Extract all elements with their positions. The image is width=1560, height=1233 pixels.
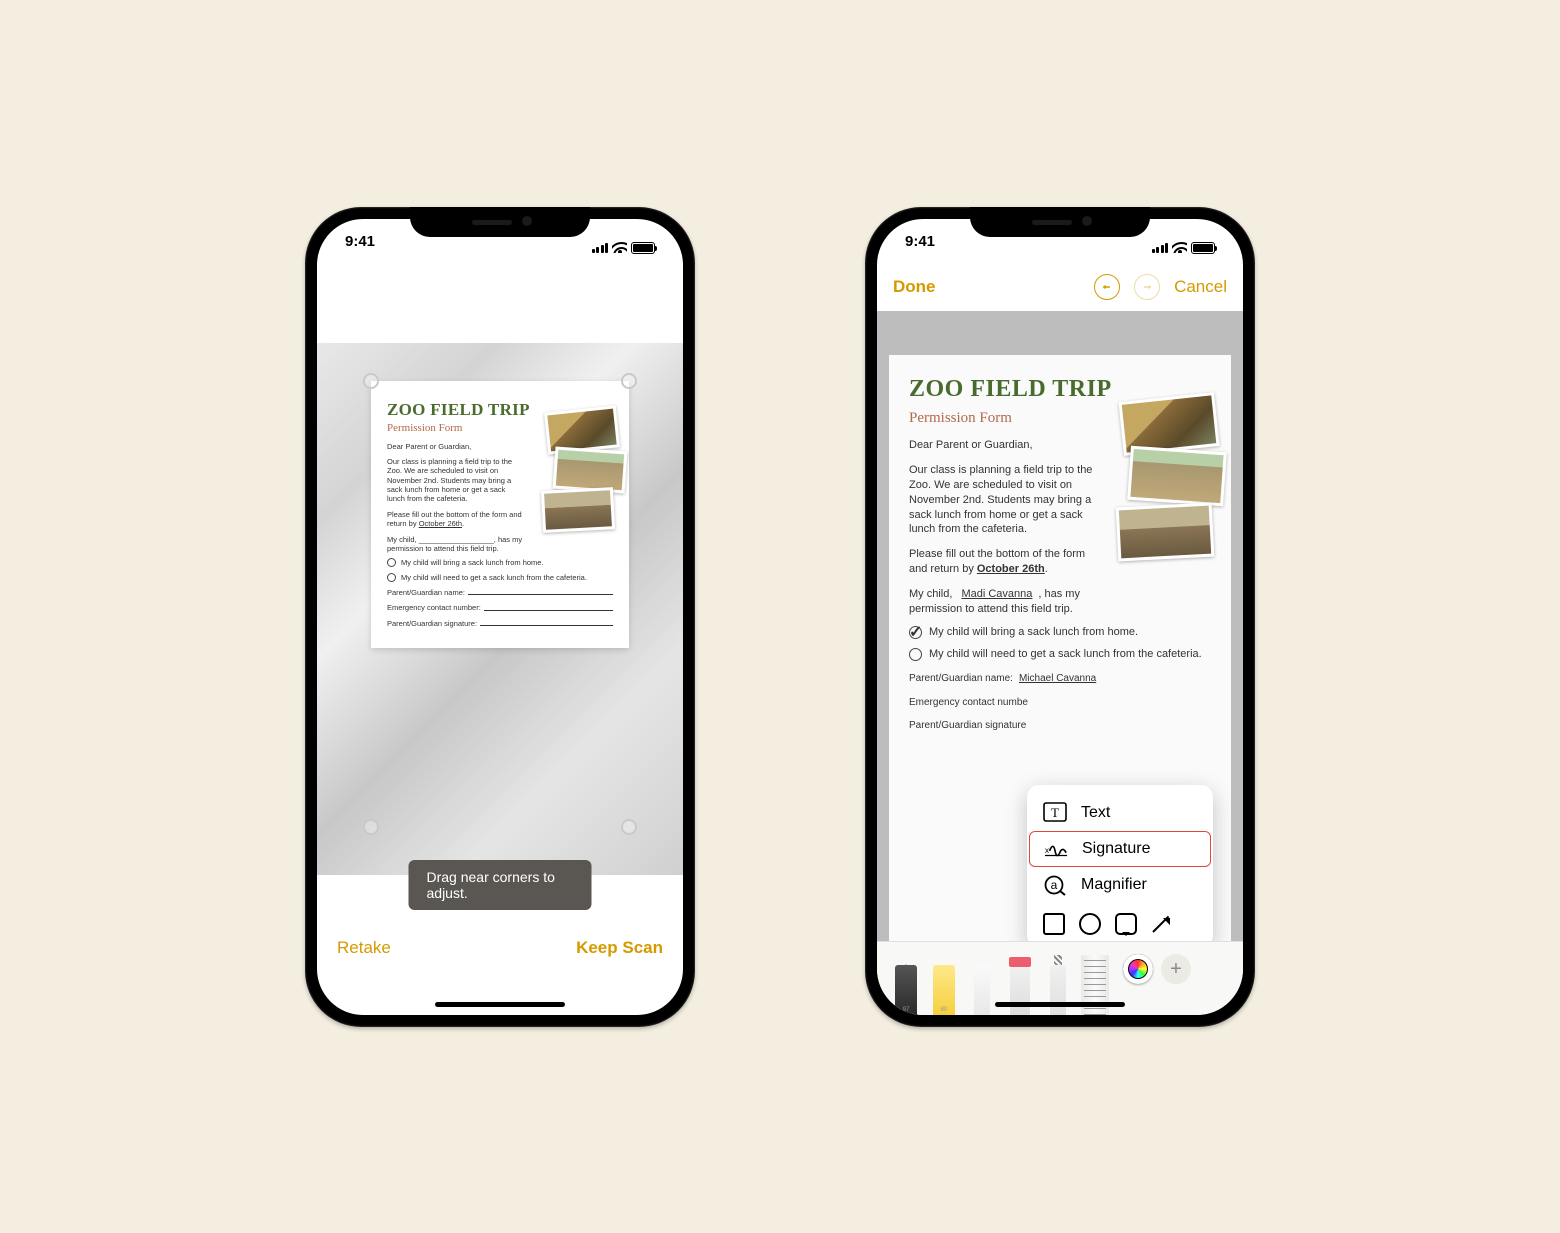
screen-markup: 9:41 Done Cancel ZOO FIELD TRIP	[877, 219, 1243, 1015]
crop-handle-tl[interactable]	[363, 373, 379, 389]
child-name-filled: Madi Cavanna	[955, 588, 1038, 600]
status-icons	[592, 233, 656, 263]
done-button[interactable]: Done	[893, 277, 936, 297]
photo-meerkats	[553, 446, 628, 493]
guardian-name-filled: Michael Cavanna	[1017, 672, 1098, 686]
add-button[interactable]: +	[1161, 954, 1191, 984]
svg-text:T: T	[1051, 805, 1059, 820]
popover-magnifier-label: Magnifier	[1081, 874, 1147, 896]
markup-canvas[interactable]: ZOO FIELD TRIP Permission Form Dear Pare…	[877, 311, 1243, 941]
tool-pencil[interactable]	[966, 951, 998, 1015]
crop-handle-br[interactable]	[621, 819, 637, 835]
doc-body2: Please fill out the bottom of the form a…	[909, 547, 1096, 577]
field-guardian-name: Parent/Guardian name:	[387, 588, 613, 597]
scan-bottom-bar: Retake Keep Scan	[317, 910, 683, 1015]
magnifier-icon: a	[1043, 874, 1067, 896]
shape-speech-bubble[interactable]	[1115, 913, 1137, 935]
field-emergency: Emergency contact numbe	[909, 696, 1211, 710]
field-emergency: Emergency contact number:	[387, 603, 613, 612]
pen-size-label: 97	[903, 1007, 910, 1013]
popover-magnifier[interactable]: a Magnifier	[1027, 867, 1213, 903]
checkmark-icon	[909, 626, 922, 639]
signature-icon: x	[1044, 838, 1068, 860]
scanned-document[interactable]: ZOO FIELD TRIP Permission Form Dear Pare…	[371, 381, 629, 649]
status-icons	[1152, 233, 1216, 263]
color-picker[interactable]	[1123, 954, 1153, 984]
popover-text-label: Text	[1081, 802, 1110, 824]
redo-button[interactable]	[1134, 274, 1160, 300]
shape-arrow[interactable]	[1151, 913, 1173, 935]
add-popover: T Text x Signature a Magnif	[1027, 785, 1213, 941]
signal-icon	[1152, 243, 1169, 253]
doc-body1: Our class is planning a field trip to th…	[387, 457, 523, 504]
status-time: 9:41	[905, 233, 935, 263]
hint-toast: Drag near corners to adjust.	[409, 860, 592, 910]
document-page[interactable]: ZOO FIELD TRIP Permission Form Dear Pare…	[889, 355, 1231, 941]
tool-pen[interactable]: 97	[890, 951, 922, 1015]
field-guardian-name: Parent/Guardian name:Michael Cavanna	[909, 672, 1211, 686]
crop-handle-bl[interactable]	[363, 819, 379, 835]
photo-elephant	[1116, 502, 1215, 561]
wifi-icon	[1172, 242, 1187, 253]
undo-button[interactable]	[1094, 274, 1120, 300]
cancel-button[interactable]: Cancel	[1174, 277, 1227, 297]
hl-size-label: 80	[941, 1007, 948, 1013]
notch	[970, 207, 1150, 237]
home-indicator[interactable]	[995, 1002, 1125, 1007]
doc-body2: Please fill out the bottom of the form a…	[387, 510, 523, 529]
doc-body1: Our class is planning a field trip to th…	[909, 463, 1096, 537]
phone-scan: 9:41 ZOO FIELD TRIP Permission Form Dear	[305, 207, 695, 1027]
scan-viewport: ZOO FIELD TRIP Permission Form Dear Pare…	[317, 263, 683, 875]
shape-circle[interactable]	[1079, 913, 1101, 935]
phone-markup: 9:41 Done Cancel ZOO FIELD TRIP	[865, 207, 1255, 1027]
home-indicator[interactable]	[435, 1002, 565, 1007]
option-sack-home: My child will bring a sack lunch from ho…	[909, 625, 1211, 640]
signal-icon	[592, 243, 609, 253]
battery-icon	[631, 242, 655, 254]
doc-greeting: Dear Parent or Guardian,	[909, 438, 1096, 453]
keep-scan-button[interactable]: Keep Scan	[576, 938, 663, 958]
popover-tail	[1169, 937, 1187, 941]
popover-shapes	[1027, 903, 1213, 937]
shape-rectangle[interactable]	[1043, 913, 1065, 935]
crop-handle-tr[interactable]	[621, 373, 637, 389]
popover-signature[interactable]: x Signature	[1029, 831, 1211, 867]
option-sack-cafeteria: My child will need to get a sack lunch f…	[909, 647, 1211, 662]
battery-icon	[1191, 242, 1215, 254]
photo-meerkats	[1127, 445, 1227, 506]
photo-elephant	[541, 487, 615, 533]
doc-child: My child, Madi Cavanna, has my permissio…	[909, 587, 1096, 617]
field-signature: Parent/Guardian signature	[909, 719, 1211, 733]
popover-text[interactable]: T Text	[1027, 795, 1213, 831]
svg-text:a: a	[1051, 878, 1058, 892]
retake-button[interactable]: Retake	[337, 938, 391, 958]
option-sack-cafeteria: My child will need to get a sack lunch f…	[387, 573, 613, 582]
tool-highlighter[interactable]: 80	[928, 951, 960, 1015]
wifi-icon	[612, 242, 627, 253]
field-signature: Parent/Guardian signature:	[387, 619, 613, 628]
screen-scan: 9:41 ZOO FIELD TRIP Permission Form Dear	[317, 219, 683, 1015]
markup-header: Done Cancel	[877, 263, 1243, 311]
text-icon: T	[1043, 802, 1067, 824]
notch	[410, 207, 590, 237]
doc-child: My child, __________________, has my per…	[387, 535, 523, 554]
status-time: 9:41	[345, 233, 375, 263]
doc-greeting: Dear Parent or Guardian,	[387, 442, 523, 451]
option-sack-home: My child will bring a sack lunch from ho…	[387, 558, 613, 567]
camera-background: ZOO FIELD TRIP Permission Form Dear Pare…	[317, 343, 683, 875]
popover-signature-label: Signature	[1082, 838, 1151, 860]
